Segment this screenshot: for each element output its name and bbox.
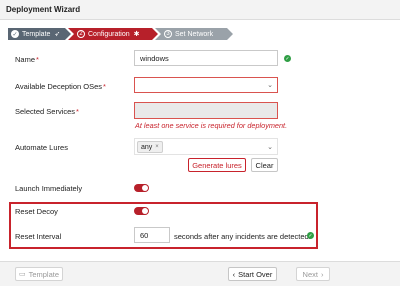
next-button[interactable]: Next › — [296, 267, 330, 281]
lure-tag: any × — [137, 141, 163, 153]
start-over-button[interactable]: ‹ Start Over — [228, 267, 277, 281]
step-label: Template — [22, 30, 51, 38]
reset-interval-input[interactable]: 60 — [134, 227, 170, 243]
step-label: Configuration — [88, 30, 130, 38]
step-label: Set Network — [175, 30, 214, 38]
launch-label: Launch Immediately — [15, 184, 83, 193]
template-button[interactable]: ▭ Template — [15, 267, 63, 281]
valid-check-icon: ✓ — [284, 55, 291, 62]
generate-lures-button[interactable]: Generate lures — [188, 158, 246, 172]
services-label: Selected Services* — [15, 107, 79, 116]
step-number: 2 — [77, 30, 85, 38]
title-bar: Deployment Wizard — [0, 0, 400, 20]
step-set-network[interactable]: 3 Set Network — [155, 28, 233, 40]
lures-label: Automate Lures — [15, 143, 68, 152]
template-button-label: Template — [28, 269, 60, 279]
name-input[interactable]: windows — [134, 50, 278, 66]
name-label: Name* — [15, 55, 39, 64]
chevron-down-icon: ⌄ — [267, 143, 273, 151]
clear-button[interactable]: Clear — [251, 158, 278, 172]
oses-label: Available Deception OSes* — [15, 82, 106, 91]
services-field[interactable] — [134, 102, 278, 119]
step-template[interactable]: ✓ Template ➶ — [8, 28, 71, 40]
rocket-icon: ➶ — [54, 31, 61, 38]
settings-icon: ✱ — [133, 31, 140, 38]
step-number: 3 — [164, 30, 172, 38]
start-over-label: Start Over — [238, 269, 273, 279]
chevron-left-icon: ‹ — [232, 269, 236, 279]
close-icon[interactable]: × — [155, 144, 159, 150]
step-configuration[interactable]: 2 Configuration ✱ — [68, 28, 158, 40]
footer-bar: ▭ Template ‹ Start Over Next › — [0, 261, 400, 286]
services-error: At least one service is required for dep… — [135, 121, 288, 130]
next-label: Next — [302, 269, 318, 279]
reset-decoy-toggle[interactable] — [134, 207, 149, 215]
reset-interval-suffix: seconds after any incidents are detected… — [174, 232, 311, 241]
reset-decoy-label: Reset Decoy — [15, 207, 58, 216]
chevron-down-icon: ⌄ — [267, 82, 273, 89]
oses-select[interactable]: ⌄ — [134, 77, 278, 93]
launch-toggle[interactable] — [134, 184, 149, 192]
tag-label: any — [141, 143, 153, 151]
document-icon: ▭ — [18, 271, 26, 278]
reset-interval-label: Reset Interval — [15, 232, 62, 241]
check-icon: ✓ — [12, 31, 18, 38]
window-title: Deployment Wizard — [6, 5, 81, 14]
chevron-right-icon: › — [320, 269, 324, 279]
valid-check-icon: ✓ — [307, 232, 314, 239]
